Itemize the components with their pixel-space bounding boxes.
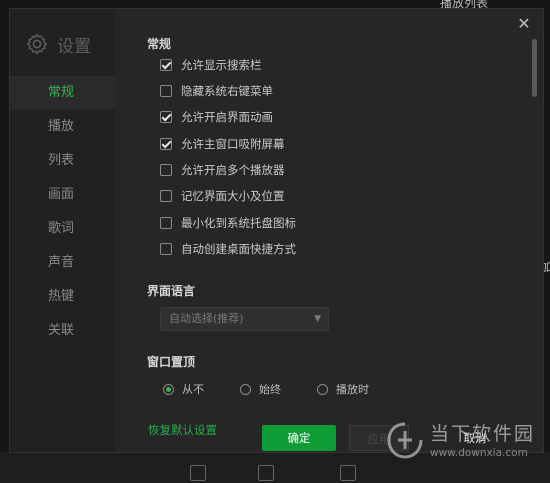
watermark-url: www.downxia.com xyxy=(430,447,528,459)
scrollbar-thumb[interactable] xyxy=(532,39,537,97)
nav-item-lyrics[interactable]: 歌词 xyxy=(10,212,115,246)
topmost-radio-group: 从不 始终 播放时 xyxy=(163,381,405,397)
radio-label: 播放时 xyxy=(336,383,369,396)
section-title-general: 常规 xyxy=(147,37,172,51)
option-minimize-to-tray[interactable]: 最小化到系统托盘图标 xyxy=(160,214,296,232)
nav-item-general[interactable]: 常规 xyxy=(10,76,115,110)
option-label: 允许开启界面动画 xyxy=(181,110,273,124)
checkbox[interactable] xyxy=(160,164,172,176)
ok-button[interactable]: 确定 xyxy=(262,425,336,451)
nav-item-list[interactable]: 列表 xyxy=(10,144,115,178)
checkbox[interactable] xyxy=(160,217,172,229)
option-show-search[interactable]: 允许显示搜索栏 xyxy=(160,56,262,74)
option-label: 自动创建桌面快捷方式 xyxy=(181,242,296,256)
settings-dialog: ✕ 设置 常规 播放 列表 画面 歌词 声音 热键 关联 常规 允许显示搜索栏 xyxy=(9,8,544,453)
settings-content: 常规 允许显示搜索栏 隐藏系统右键菜单 允许开启界面动画 允许主窗口吸附屏幕 允… xyxy=(115,9,527,452)
option-label: 最小化到系统托盘图标 xyxy=(181,216,296,230)
language-select[interactable]: 自动选择(推荐) ▼ xyxy=(160,307,329,331)
background-control-icon xyxy=(340,465,356,481)
checkbox[interactable] xyxy=(160,138,172,150)
checkbox[interactable] xyxy=(160,59,172,71)
radio-option-always[interactable]: 始终 xyxy=(240,381,281,397)
dialog-title: 设置 xyxy=(57,36,91,57)
checkbox[interactable] xyxy=(160,190,172,202)
section-title-language: 界面语言 xyxy=(147,284,196,298)
option-ui-animation[interactable]: 允许开启界面动画 xyxy=(160,108,273,126)
sidebar-header: 设置 xyxy=(25,29,91,59)
nav-item-display[interactable]: 画面 xyxy=(10,178,115,212)
radio-option-while-playing[interactable]: 播放时 xyxy=(317,381,369,397)
radio-label: 始终 xyxy=(259,383,281,396)
option-multiple-instances[interactable]: 允许开启多个播放器 xyxy=(160,161,285,179)
option-label: 允许显示搜索栏 xyxy=(181,58,262,72)
background-control-icon xyxy=(258,465,274,481)
watermark-logo-icon xyxy=(387,422,423,459)
restore-defaults-link[interactable]: 恢复默认设置 xyxy=(148,422,217,438)
checkbox[interactable] xyxy=(160,111,172,123)
option-desktop-shortcut[interactable]: 自动创建桌面快捷方式 xyxy=(160,240,296,258)
checkbox[interactable] xyxy=(160,243,172,255)
radio-button[interactable] xyxy=(163,383,174,395)
radio-button[interactable] xyxy=(240,383,251,395)
nav-item-playback[interactable]: 播放 xyxy=(10,110,115,144)
scrollbar[interactable] xyxy=(530,39,538,434)
background-control-icon xyxy=(190,465,206,481)
option-label: 记忆界面大小及位置 xyxy=(181,189,285,203)
checkbox[interactable] xyxy=(160,85,172,97)
nav-item-association[interactable]: 关联 xyxy=(10,314,115,348)
section-title-topmost: 窗口置顶 xyxy=(147,355,196,369)
watermark: 当下软件园 www.downxia.com xyxy=(386,419,541,465)
settings-sidebar: 设置 常规 播放 列表 画面 歌词 声音 热键 关联 xyxy=(10,9,115,452)
settings-nav: 常规 播放 列表 画面 歌词 声音 热键 关联 xyxy=(10,76,115,348)
option-label: 隐藏系统右键菜单 xyxy=(181,84,273,98)
option-label: 允许开启多个播放器 xyxy=(181,163,285,177)
option-remember-window[interactable]: 记忆界面大小及位置 xyxy=(160,187,285,205)
watermark-text: 当下软件园 xyxy=(430,423,536,445)
radio-label: 从不 xyxy=(182,383,204,396)
radio-option-never[interactable]: 从不 xyxy=(163,381,204,397)
gear-icon xyxy=(26,33,48,55)
option-snap-to-screen[interactable]: 允许主窗口吸附屏幕 xyxy=(160,135,285,153)
option-label: 允许主窗口吸附屏幕 xyxy=(181,137,285,151)
option-hide-context-menu[interactable]: 隐藏系统右键菜单 xyxy=(160,82,273,100)
nav-item-hotkeys[interactable]: 热键 xyxy=(10,280,115,314)
radio-button[interactable] xyxy=(317,383,328,395)
language-select-value: 自动选择(推荐) xyxy=(169,312,244,325)
chevron-down-icon: ▼ xyxy=(314,314,321,324)
nav-item-sound[interactable]: 声音 xyxy=(10,246,115,280)
